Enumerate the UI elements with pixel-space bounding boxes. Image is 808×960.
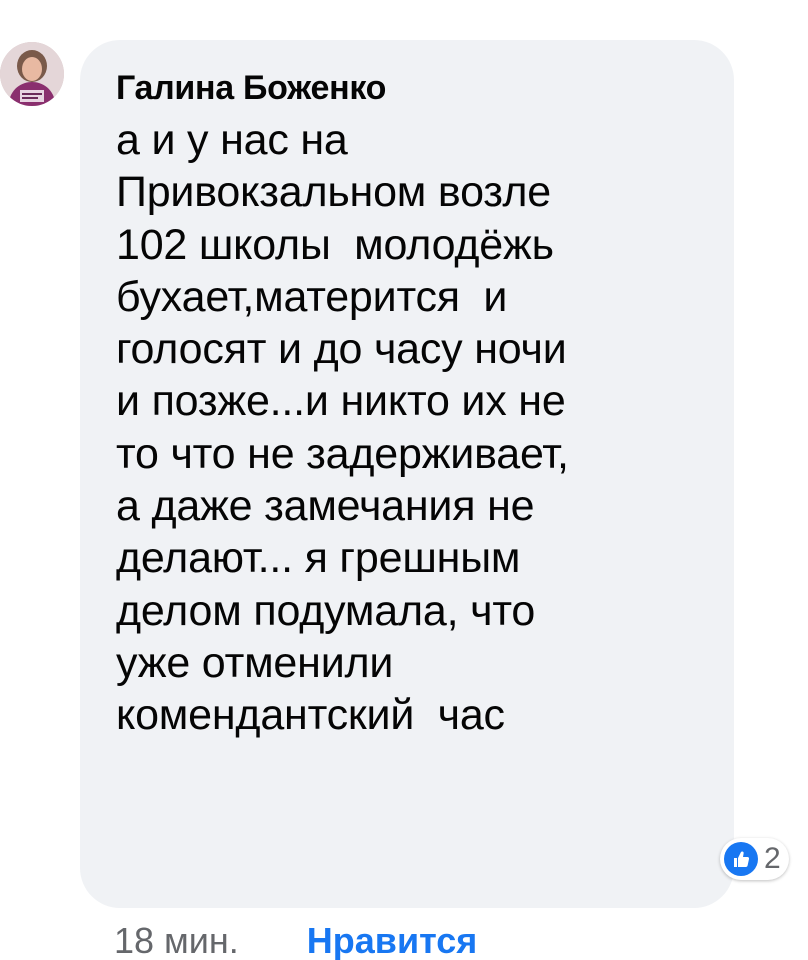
thumbs-up-icon (724, 842, 758, 876)
avatar[interactable] (0, 42, 64, 106)
comment-line: Привокзальном возле (116, 168, 551, 217)
comment-line: уже отменили (116, 638, 394, 687)
comment-timestamp[interactable]: 18 мин. (114, 920, 239, 960)
comment-line: голосят и до часу ночи (116, 325, 567, 374)
comment-line: делом подумала, что (116, 586, 536, 635)
comment-thread: Галина Боженко а и у нас на Привокзально… (0, 0, 808, 960)
comment-line: бухает,матерится и (116, 272, 508, 321)
reaction-summary[interactable]: 2 (720, 838, 789, 880)
comment-bubble: Галина Боженко а и у нас на Привокзально… (80, 40, 734, 908)
like-button[interactable]: Нравится (307, 920, 477, 960)
comment-line: а даже замечания не (116, 482, 535, 531)
comment-author[interactable]: Галина Боженко (116, 66, 698, 110)
comment-actions: 18 мин. Нравится (114, 920, 477, 960)
comment-line: делают... я грешным (116, 534, 521, 583)
comment-line: и позже...и никто их не (116, 377, 566, 426)
comment-line: комендантский час (116, 691, 505, 740)
comment-line: 102 школы молодёжь (116, 220, 554, 269)
reaction-count: 2 (764, 842, 781, 875)
comment-line: то что не задерживает, (116, 429, 569, 478)
comment-text: а и у нас на Привокзальном возле 102 шко… (116, 114, 698, 742)
comment-line: а и у нас на (116, 116, 348, 164)
